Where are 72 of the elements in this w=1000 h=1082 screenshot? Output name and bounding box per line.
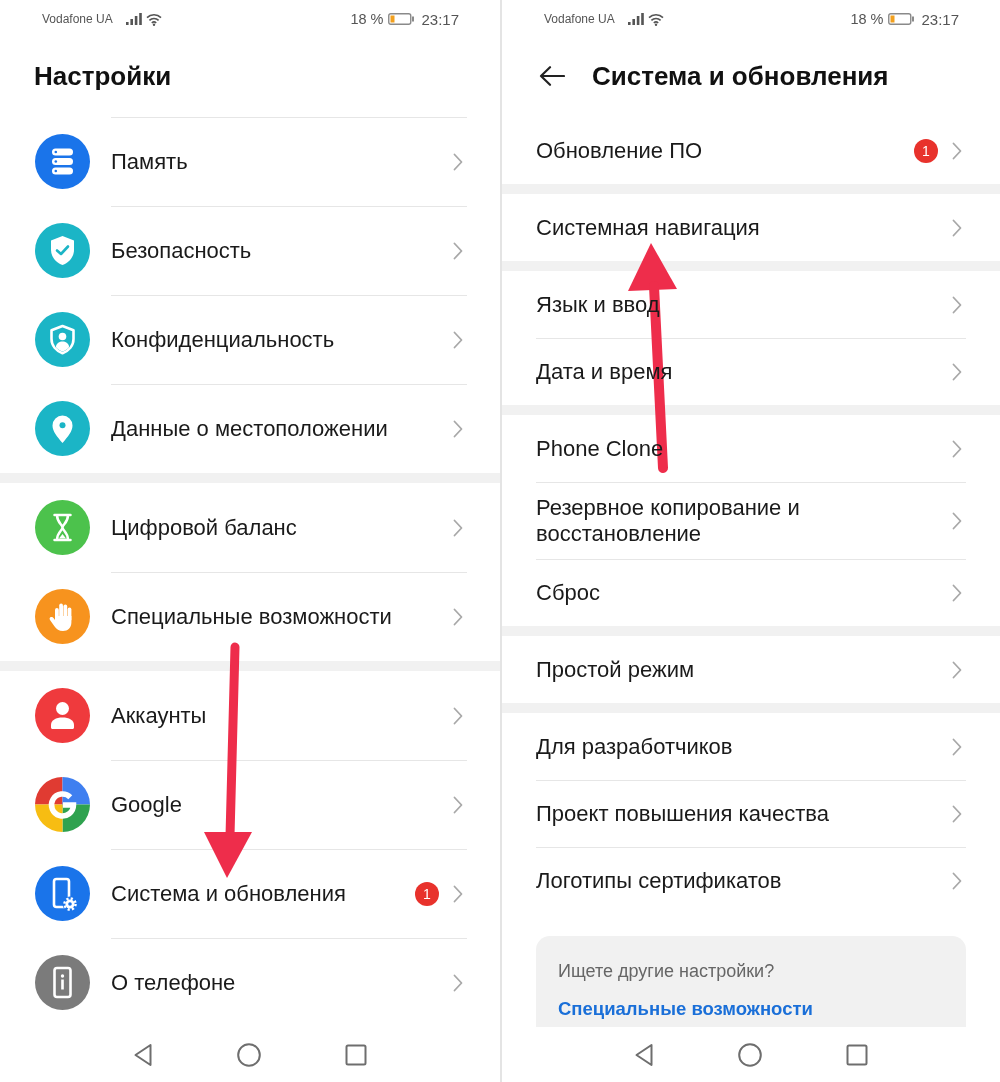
settings-item[interactable]: О телефоне: [0, 938, 500, 1027]
battery-icon: [888, 13, 915, 25]
wifi-icon: [647, 12, 664, 26]
chevron-right-icon: [453, 331, 463, 349]
settings-item[interactable]: Специальные возможности: [0, 572, 500, 661]
shield-person-icon: [35, 312, 90, 367]
battery-percent: 18 %: [350, 11, 384, 27]
chevron-right-icon: [952, 363, 962, 381]
settings-item[interactable]: Резервное копирование и восстановление: [502, 482, 1000, 559]
settings-item[interactable]: Аккаунты: [0, 671, 500, 760]
carrier-name: Vodafone UA: [42, 12, 113, 26]
chevron-right-icon: [453, 420, 463, 438]
location-pin-icon: [35, 401, 90, 456]
count-badge: 1: [415, 882, 439, 906]
settings-item[interactable]: Проект повышения качества: [502, 780, 1000, 847]
recents-icon[interactable]: [345, 1043, 367, 1066]
chevron-right-icon: [952, 737, 962, 756]
back-icon[interactable]: [133, 1042, 153, 1067]
phone-gear-icon: [35, 866, 90, 921]
count-badge: 1: [914, 138, 938, 163]
screen-title: Настройки: [34, 61, 172, 91]
person-icon: [35, 688, 90, 743]
chevron-right-icon: [952, 660, 962, 679]
chevron-right-icon: [453, 153, 463, 171]
chevron-right-icon: [952, 805, 962, 823]
wifi-icon: [145, 12, 162, 26]
chevron-right-icon: [952, 141, 962, 160]
settings-item[interactable]: Для разработчиков: [502, 713, 1000, 780]
shield-check-icon: [35, 223, 90, 278]
clock-time: 23:17: [421, 10, 459, 28]
storage-icon: [35, 134, 90, 189]
chevron-right-icon: [952, 439, 962, 458]
settings-item[interactable]: Логотипы сертификатов: [502, 847, 1000, 914]
recents-icon[interactable]: [846, 1043, 868, 1066]
chevron-right-icon: [453, 242, 463, 260]
carrier-name: Vodafone UA: [544, 12, 615, 26]
accessibility-link[interactable]: Специальные возможности: [558, 996, 813, 1022]
settings-item[interactable]: Память: [0, 117, 500, 206]
screen-title: Система и обновления: [592, 61, 889, 91]
chevron-right-icon: [952, 295, 962, 314]
settings-item[interactable]: Системная навигация: [502, 194, 1000, 261]
suggestion-prompt: Ищете другие настройки?: [558, 960, 775, 983]
chevron-right-icon: [453, 885, 463, 903]
signal-icon: [627, 13, 644, 25]
chevron-right-icon: [453, 706, 463, 725]
phone-info-icon: [35, 955, 90, 1010]
back-icon[interactable]: [634, 1042, 654, 1067]
settings-item[interactable]: Простой режим: [502, 636, 1000, 703]
settings-item[interactable]: Конфиденциальность: [0, 295, 500, 384]
hand-icon: [35, 589, 90, 644]
settings-item[interactable]: Обновление ПО 1: [502, 117, 1000, 184]
chevron-right-icon: [952, 218, 962, 237]
home-icon[interactable]: [738, 1042, 762, 1067]
battery-percent: 18 %: [850, 11, 884, 27]
hourglass-icon: [35, 500, 90, 555]
home-icon[interactable]: [237, 1042, 261, 1067]
settings-item[interactable]: Данные о местоположении: [0, 384, 500, 473]
settings-item[interactable]: Безопасность: [0, 206, 500, 295]
chevron-right-icon: [453, 796, 463, 814]
back-arrow-icon[interactable]: [539, 66, 565, 86]
chevron-right-icon: [453, 974, 463, 992]
chevron-right-icon: [952, 584, 962, 602]
battery-icon: [388, 13, 415, 25]
chevron-right-icon: [453, 518, 463, 537]
chevron-right-icon: [952, 872, 962, 890]
signal-icon: [125, 13, 142, 25]
letter-g-icon: [35, 777, 90, 832]
chevron-right-icon: [952, 512, 962, 530]
chevron-right-icon: [453, 608, 463, 626]
settings-item[interactable]: Сброс: [502, 559, 1000, 626]
clock-time: 23:17: [921, 10, 959, 28]
settings-item[interactable]: Цифровой баланс: [0, 483, 500, 572]
